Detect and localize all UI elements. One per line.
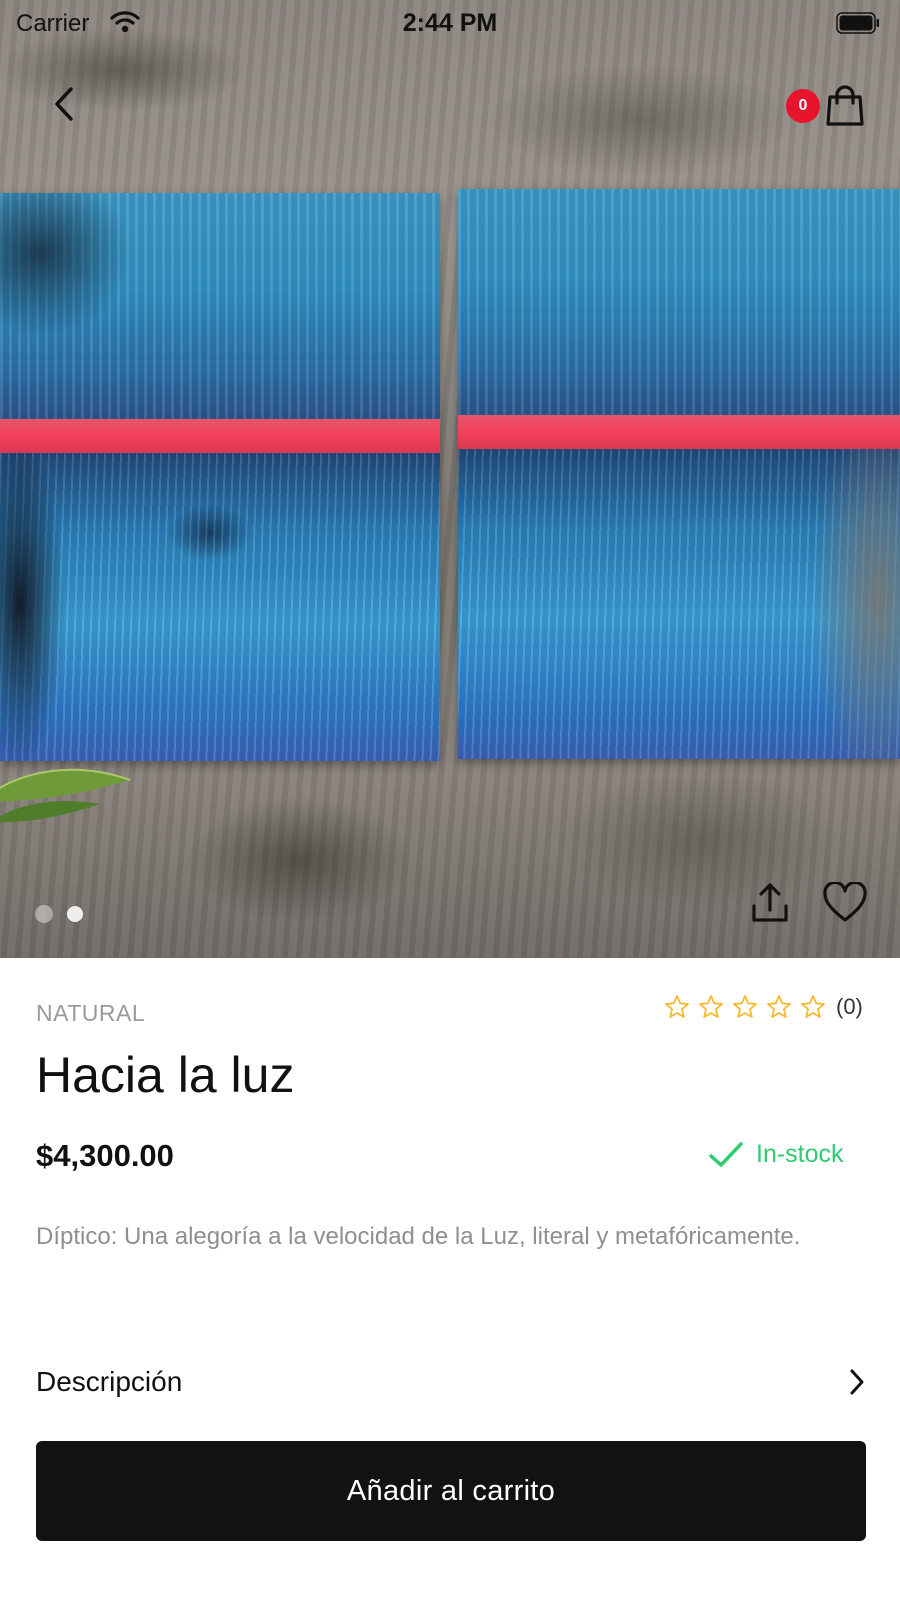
gallery-pagination: [35, 905, 83, 923]
product-short-description: Díptico: Una alegoría a la velocidad de …: [36, 1223, 801, 1250]
add-to-cart-button[interactable]: Añadir al carrito: [36, 1441, 866, 1541]
star-empty-icon: [699, 995, 723, 1018]
cart-count-badge: 0: [786, 89, 820, 123]
chevron-left-icon: [55, 87, 73, 121]
pagination-dot[interactable]: [35, 905, 53, 923]
star-empty-icon: [733, 995, 757, 1018]
product-title: Hacia la luz: [36, 1047, 295, 1103]
stock-status: In-stock: [708, 1140, 844, 1169]
status-bar: Carrier 2:44 PM: [0, 0, 900, 48]
cart-button[interactable]: 0: [782, 80, 872, 130]
painting-panel-right: [458, 189, 900, 759]
product-category: NATURAL: [36, 1000, 146, 1026]
share-button[interactable]: [748, 880, 792, 926]
heart-icon: [823, 880, 867, 922]
share-upload-icon: [752, 883, 788, 922]
painting-panel-left: [0, 193, 440, 761]
star-empty-icon: [665, 995, 689, 1018]
battery-icon: [836, 12, 879, 34]
product-image-gallery[interactable]: Carrier 2:44 PM 0: [0, 0, 900, 958]
rating-count: (0): [836, 994, 863, 1019]
product-price: $4,300.00: [36, 1138, 174, 1173]
star-empty-icon: [801, 995, 825, 1018]
plant-leaf-decoration: [0, 768, 131, 823]
back-button[interactable]: [44, 82, 84, 126]
shopping-bag-icon: [826, 85, 864, 126]
checkmark-icon: [709, 1141, 743, 1167]
description-row-label: Descripción: [36, 1366, 183, 1397]
stock-label: In-stock: [756, 1140, 844, 1168]
star-empty-icon: [767, 995, 791, 1018]
favorite-button[interactable]: [822, 880, 868, 924]
product-rating[interactable]: (0): [664, 994, 863, 1020]
chevron-right-icon: [850, 1369, 864, 1395]
pagination-dot-active[interactable]: [67, 906, 83, 922]
clock: 2:44 PM: [402, 9, 498, 37]
description-row[interactable]: Descripción: [36, 1360, 866, 1404]
